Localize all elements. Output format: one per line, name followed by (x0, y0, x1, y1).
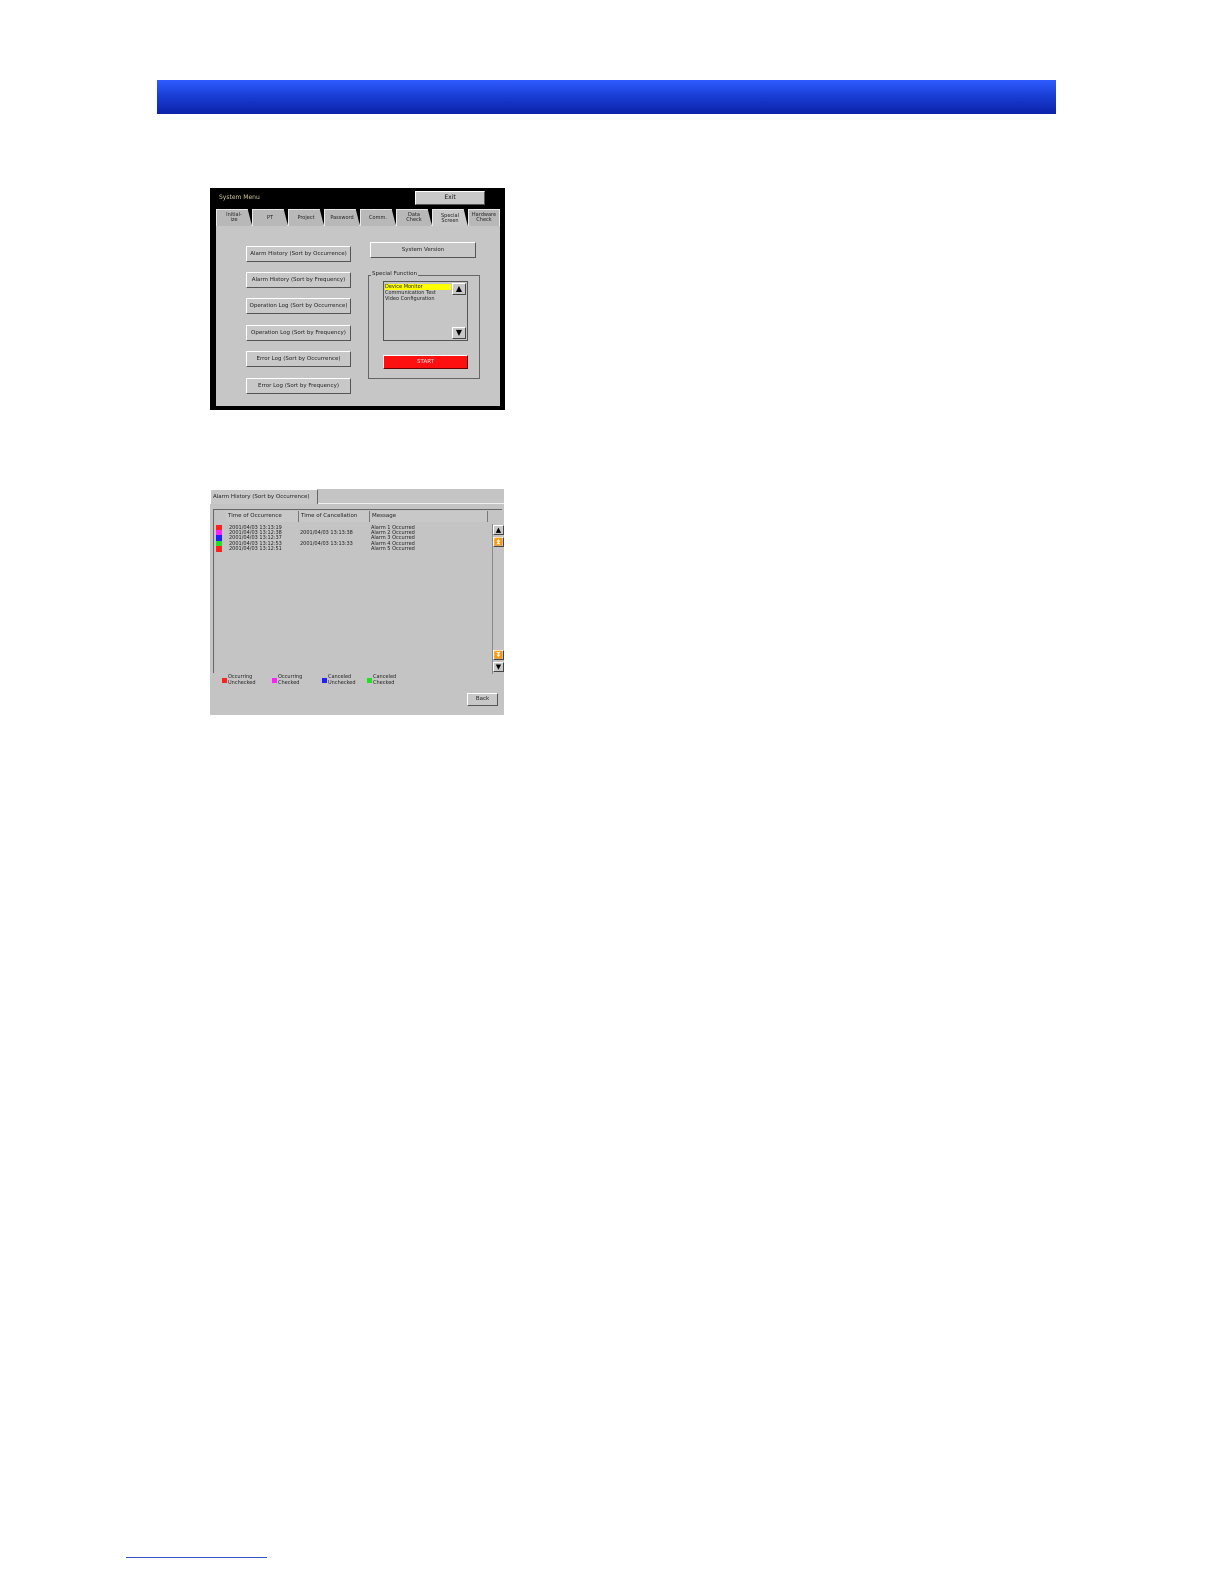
special-function-scrollbar[interactable]: ▲ ▼ (452, 283, 466, 339)
scroll-to-top-icon[interactable]: ⏫ (493, 537, 504, 547)
column-header-message[interactable]: Message (370, 511, 488, 522)
tab-comm[interactable]: Comm. (360, 209, 396, 226)
system-menu-screen: System Menu Exit Initial- ize PT Project… (210, 188, 505, 410)
start-button[interactable]: START (383, 355, 468, 369)
special-function-legend: Special Function (371, 271, 418, 277)
column-header-occurrence[interactable]: Time of Occurrence (226, 511, 299, 522)
tab-initialize[interactable]: Initial- ize (216, 209, 252, 226)
tab-project[interactable]: Project (288, 209, 324, 226)
alarm-history-screen: Alarm History (Sort by Occurrence) Time … (210, 489, 504, 715)
scroll-to-bottom-icon[interactable]: ⏬ (493, 650, 504, 660)
tab-pt[interactable]: PT (252, 209, 288, 226)
exit-button[interactable]: Exit (415, 191, 485, 205)
page-header-bar (157, 80, 1056, 114)
tab-data-check[interactable]: Data Check (396, 209, 432, 226)
legend-line2: Checked (278, 679, 300, 686)
tab-password[interactable]: Password (324, 209, 360, 226)
alarm-history-frequency-button[interactable]: Alarm History (Sort by Frequency) (246, 272, 351, 288)
legend-swatch (322, 678, 327, 683)
page-down-icon[interactable]: ▼ (493, 662, 504, 672)
system-menu-tabs: Initial- ize PT Project Password Comm. D… (216, 209, 500, 227)
row-message: Alarm 5 Occurred (371, 546, 415, 552)
column-header-cancellation[interactable]: Time of Cancellation (299, 511, 370, 522)
legend-swatch (367, 678, 372, 683)
legend-swatch (272, 678, 277, 683)
tab-special-screen[interactable]: Special Screen (432, 209, 468, 227)
scroll-up-icon[interactable]: ▲ (452, 283, 466, 295)
operation-log-occurrence-button[interactable]: Operation Log (Sort by Occurrence) (246, 298, 351, 314)
special-screen-panel: Alarm History (Sort by Occurrence) Alarm… (216, 226, 500, 406)
special-function-group: Special Function Device Monitor Communic… (368, 271, 480, 379)
back-button[interactable]: Back (467, 693, 498, 706)
alarm-table-scrollbar[interactable]: ▲ ⏫ ⏬ ▼ (492, 524, 504, 674)
table-row[interactable]: 2001/04/03 13:12:51 Alarm 5 Occurred (214, 546, 490, 552)
error-log-occurrence-button[interactable]: Error Log (Sort by Occurrence) (246, 351, 351, 367)
legend-line2: Unchecked (228, 679, 256, 686)
error-log-frequency-button[interactable]: Error Log (Sort by Frequency) (246, 378, 351, 394)
special-function-list[interactable]: Device Monitor Communication Test Video … (383, 281, 468, 341)
tab-hardware-check[interactable]: Hardware Check (468, 209, 500, 226)
alarm-history-table: Time of Occurrence Time of Cancellation … (213, 509, 504, 674)
system-menu-title: System Menu (219, 194, 260, 201)
legend-swatch (222, 678, 227, 683)
legend-line2: Unchecked (328, 679, 356, 686)
page-up-icon[interactable]: ▲ (493, 525, 504, 535)
system-version-button[interactable]: System Version (370, 242, 476, 258)
alarm-history-occurrence-button[interactable]: Alarm History (Sort by Occurrence) (246, 246, 351, 262)
scroll-down-icon[interactable]: ▼ (452, 327, 466, 339)
row-occurrence: 2001/04/03 13:12:51 (229, 546, 282, 552)
alarm-history-tab[interactable]: Alarm History (Sort by Occurrence) (210, 489, 318, 504)
list-item-video-configuration[interactable]: Video Configuration (385, 296, 435, 302)
tab-divider (318, 503, 504, 504)
operation-log-frequency-button[interactable]: Operation Log (Sort by Frequency) (246, 325, 351, 341)
status-mark (216, 546, 222, 552)
legend-line2: Checked (373, 679, 395, 686)
footer-link-underline (126, 1557, 267, 1558)
